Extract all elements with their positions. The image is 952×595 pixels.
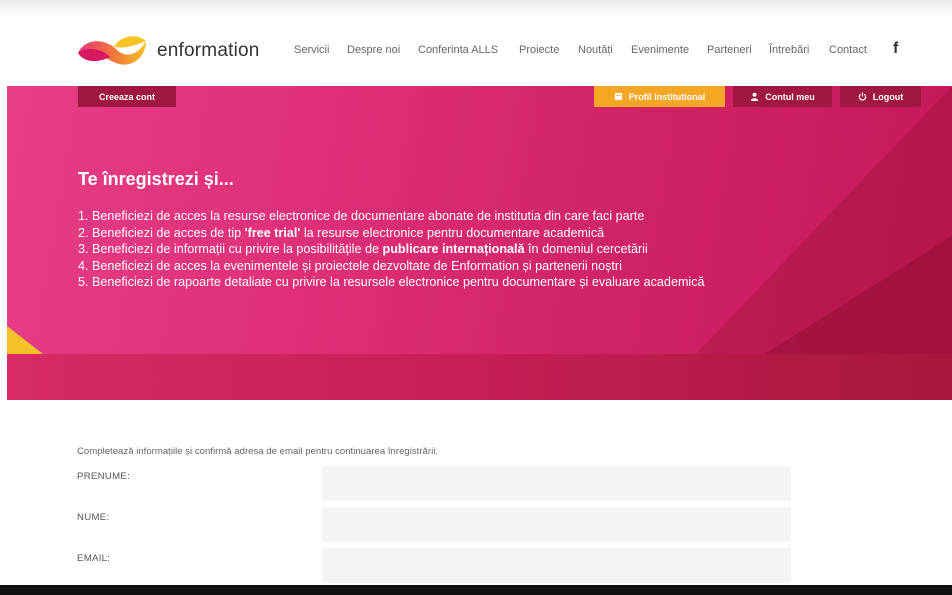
logout-label: Logout xyxy=(872,91,904,102)
site-header: enformation Servicii Despre noi Conferin… xyxy=(0,0,952,86)
benefit-item: 4. Beneficiezi de acces la evenimentele … xyxy=(78,258,705,275)
enformation-logo[interactable] xyxy=(76,33,148,69)
first-name-field[interactable] xyxy=(322,466,791,501)
banner-bottom-strip xyxy=(7,354,952,400)
benefit-item: 5. Beneficiezi de rapoarte detaliate cu … xyxy=(78,274,705,291)
create-account-label: Creeaza cont xyxy=(98,91,156,102)
benefit-text: 5. Beneficiezi de rapoarte detaliate cu … xyxy=(78,275,705,290)
nav-evenimente[interactable]: Evenimente xyxy=(631,44,689,56)
create-account-button[interactable]: Creeaza cont xyxy=(78,86,176,107)
first-name-label: PRENUME: xyxy=(77,471,131,482)
benefit-text: 1. Beneficiezi de acces la resurse elect… xyxy=(78,209,645,223)
form-intro-text: Completează informațiile și confirmă adr… xyxy=(77,446,439,457)
nav-despre-noi[interactable]: Despre noi xyxy=(347,44,400,56)
user-icon xyxy=(751,92,759,101)
nav-proiecte[interactable]: Proiecte xyxy=(519,44,559,56)
building-icon xyxy=(614,92,622,101)
power-icon xyxy=(858,92,866,101)
benefit-item: 1. Beneficiezi de acces la resurse elect… xyxy=(78,208,705,225)
email-label: EMAIL: xyxy=(77,553,111,564)
benefit-highlight: 'free trial' xyxy=(244,225,301,240)
brand-name[interactable]: enformation xyxy=(157,40,260,62)
email-field[interactable] xyxy=(322,548,791,583)
browser-top-fade xyxy=(0,0,952,16)
banner-title: Te înregistrezi și... xyxy=(78,169,234,189)
benefit-highlight: publicare internațională xyxy=(382,242,525,257)
last-name-label: NUME: xyxy=(77,512,110,523)
benefit-item: 3. Beneficiezi de informații cu privire … xyxy=(78,241,705,258)
profil-institutional-label: Profil institutional xyxy=(628,91,706,102)
benefit-text: în domeniul cercetării xyxy=(524,242,648,257)
benefit-text: la resurse electronice pentru documentar… xyxy=(300,225,605,240)
benefits-list: 1. Beneficiezi de acces la resurse elect… xyxy=(78,208,705,291)
nav-servicii[interactable]: Servicii xyxy=(294,44,329,56)
benefit-text: 2. Beneficiezi de acces de tip xyxy=(78,225,245,240)
bottom-edge-bar xyxy=(0,585,952,595)
benefit-text: 3. Beneficiezi de informații cu privire … xyxy=(78,242,383,257)
facebook-icon[interactable]: f xyxy=(893,40,898,58)
nav-parteneri[interactable]: Parteneri xyxy=(707,44,752,56)
yellow-accent-triangle xyxy=(7,326,43,354)
nav-conferinta-alls[interactable]: Conferinta ALLS xyxy=(418,44,498,56)
nav-noutati[interactable]: Noutăți xyxy=(578,44,613,56)
benefit-item: 2. Beneficiezi de acces de tip 'free tri… xyxy=(78,225,705,242)
logout-button[interactable]: Logout xyxy=(840,86,921,107)
contul-meu-button[interactable]: Contul meu xyxy=(733,86,832,107)
benefit-text: 4. Beneficiezi de acces la evenimentele … xyxy=(78,258,622,273)
hero-banner: Creeaza cont Profil institutional Contul… xyxy=(7,86,952,400)
profil-institutional-button[interactable]: Profil institutional xyxy=(594,86,725,107)
nav-intrebari[interactable]: Întrebări xyxy=(769,44,809,56)
contul-meu-label: Contul meu xyxy=(765,91,815,102)
last-name-field[interactable] xyxy=(322,507,791,542)
nav-contact[interactable]: Contact xyxy=(829,44,867,56)
